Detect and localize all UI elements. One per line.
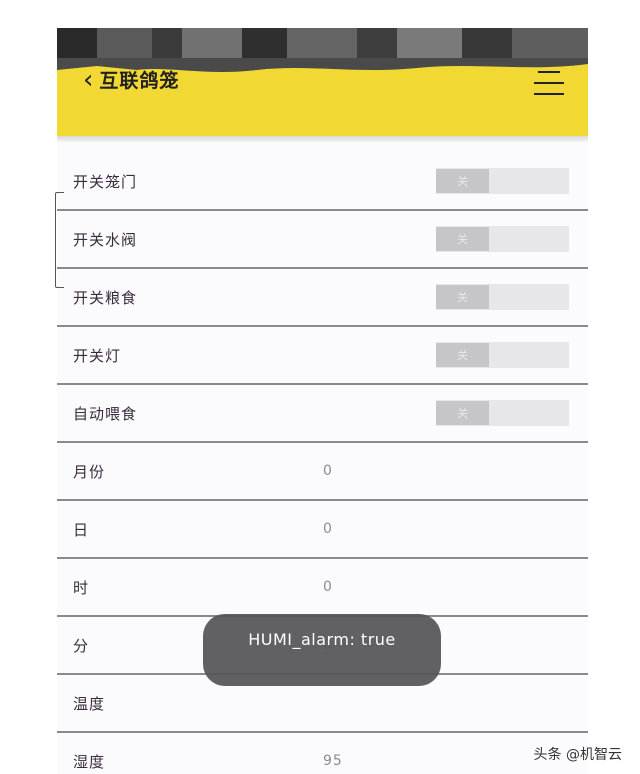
value-row-month: 月份 0 xyxy=(57,443,588,501)
row-label: 开关粮食 xyxy=(73,288,138,307)
row-value: 0 xyxy=(323,463,333,479)
value-row-hour: 时 0 xyxy=(57,559,588,617)
toggle-row-water-valve: 开关水阀 关 xyxy=(57,211,588,269)
light-switch[interactable]: 关 xyxy=(436,342,569,368)
switch-knob: 关 xyxy=(436,401,489,425)
row-value: 0 xyxy=(323,521,333,537)
row-label: 时 xyxy=(73,578,90,597)
status-bar xyxy=(57,28,588,58)
row-label: 湿度 xyxy=(73,752,106,771)
header-shadow xyxy=(57,136,588,142)
cage-door-switch[interactable]: 关 xyxy=(436,168,569,194)
switch-knob: 关 xyxy=(436,169,489,193)
chevron-left-icon: ‹ xyxy=(83,64,94,95)
watermark-text: 头条 @机智云 xyxy=(533,747,622,763)
water-valve-switch[interactable]: 关 xyxy=(436,226,569,252)
row-label: 开关笼门 xyxy=(73,172,138,191)
row-label: 开关水阀 xyxy=(73,230,138,249)
value-row-humidity: 湿度 95 xyxy=(57,733,588,774)
row-label: 开关灯 xyxy=(73,346,122,365)
switch-knob: 关 xyxy=(436,285,489,309)
page-title: 互联鸽笼 xyxy=(99,70,180,92)
toggle-row-light: 开关灯 关 xyxy=(57,327,588,385)
row-label: 自动喂食 xyxy=(73,404,138,423)
value-row-day: 日 0 xyxy=(57,501,588,559)
toast-message: HUMI_alarm: true xyxy=(203,614,441,686)
toast-text: HUMI_alarm: true xyxy=(248,630,396,649)
toggle-row-cage-door: 开关笼门 关 xyxy=(57,153,588,211)
edge-bracket-decoration xyxy=(55,192,64,288)
watermark: 头条 @机智云 xyxy=(534,744,622,764)
row-label: 日 xyxy=(73,520,90,539)
toggle-row-auto-feed: 自动喂食 关 xyxy=(57,385,588,443)
switch-knob: 关 xyxy=(436,343,489,367)
auto-feed-switch[interactable]: 关 xyxy=(436,400,569,426)
row-label: 月份 xyxy=(73,462,106,481)
toggle-row-food: 开关粮食 关 xyxy=(57,269,588,327)
back-button[interactable]: ‹ 互联鸽笼 xyxy=(83,66,179,93)
row-label: 温度 xyxy=(73,694,106,713)
food-switch[interactable]: 关 xyxy=(436,284,569,310)
hamburger-menu-icon[interactable] xyxy=(534,71,564,97)
row-value: 95 xyxy=(323,753,343,769)
switch-knob: 关 xyxy=(436,227,489,251)
row-label: 分 xyxy=(73,636,90,655)
row-value: 0 xyxy=(323,579,333,595)
